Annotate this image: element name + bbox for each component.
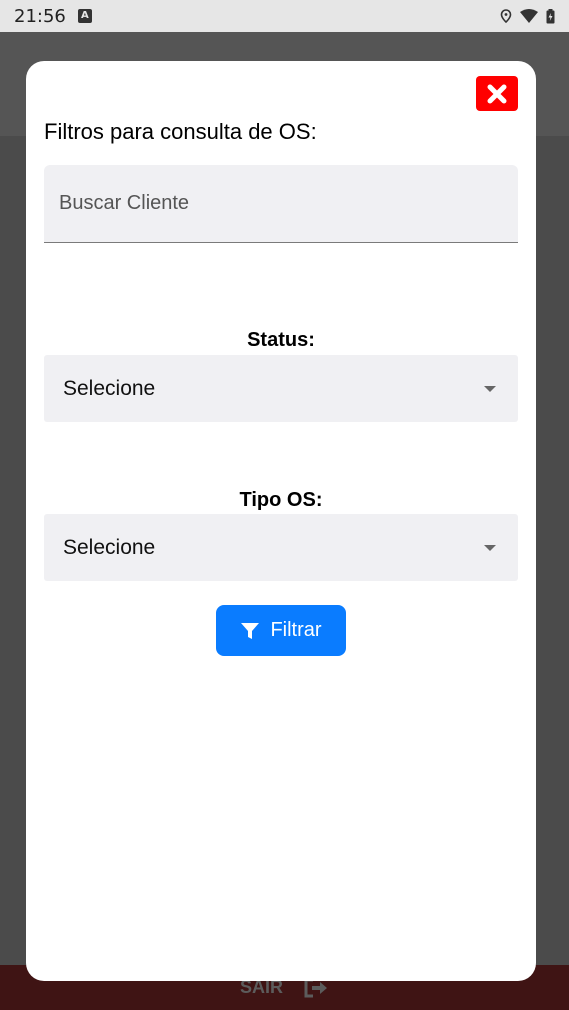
- location-icon: [500, 9, 512, 23]
- status-selected-value: Selecione: [63, 376, 156, 400]
- close-icon: [487, 84, 507, 103]
- chevron-down-icon: [484, 385, 496, 392]
- filter-modal: Filtros para consulta de OS: Status: Sel…: [26, 61, 536, 981]
- status-icons: [500, 8, 555, 24]
- a-notification-icon: A: [77, 9, 92, 23]
- status-left: 21:56 A: [14, 6, 92, 27]
- tipo-os-select[interactable]: Selecione: [44, 514, 518, 581]
- filter-button[interactable]: Filtrar: [216, 605, 346, 656]
- close-button[interactable]: [476, 76, 518, 111]
- tipo-os-label: Tipo OS:: [239, 489, 323, 511]
- filter-button-label: Filtrar: [270, 619, 322, 641]
- battery-icon: [546, 8, 555, 24]
- tipo-os-selected-value: Selecione: [63, 535, 156, 559]
- status-label: Status:: [247, 329, 315, 351]
- modal-title: Filtros para consulta de OS:: [44, 119, 317, 144]
- status-select[interactable]: Selecione: [44, 355, 518, 422]
- status-bar: 21:56 A: [0, 0, 569, 32]
- search-input[interactable]: [59, 192, 518, 215]
- status-time: 21:56: [14, 5, 66, 27]
- wifi-icon: [520, 9, 538, 23]
- search-field[interactable]: [44, 165, 518, 243]
- filter-icon: [241, 622, 260, 639]
- chevron-down-icon: [484, 544, 496, 551]
